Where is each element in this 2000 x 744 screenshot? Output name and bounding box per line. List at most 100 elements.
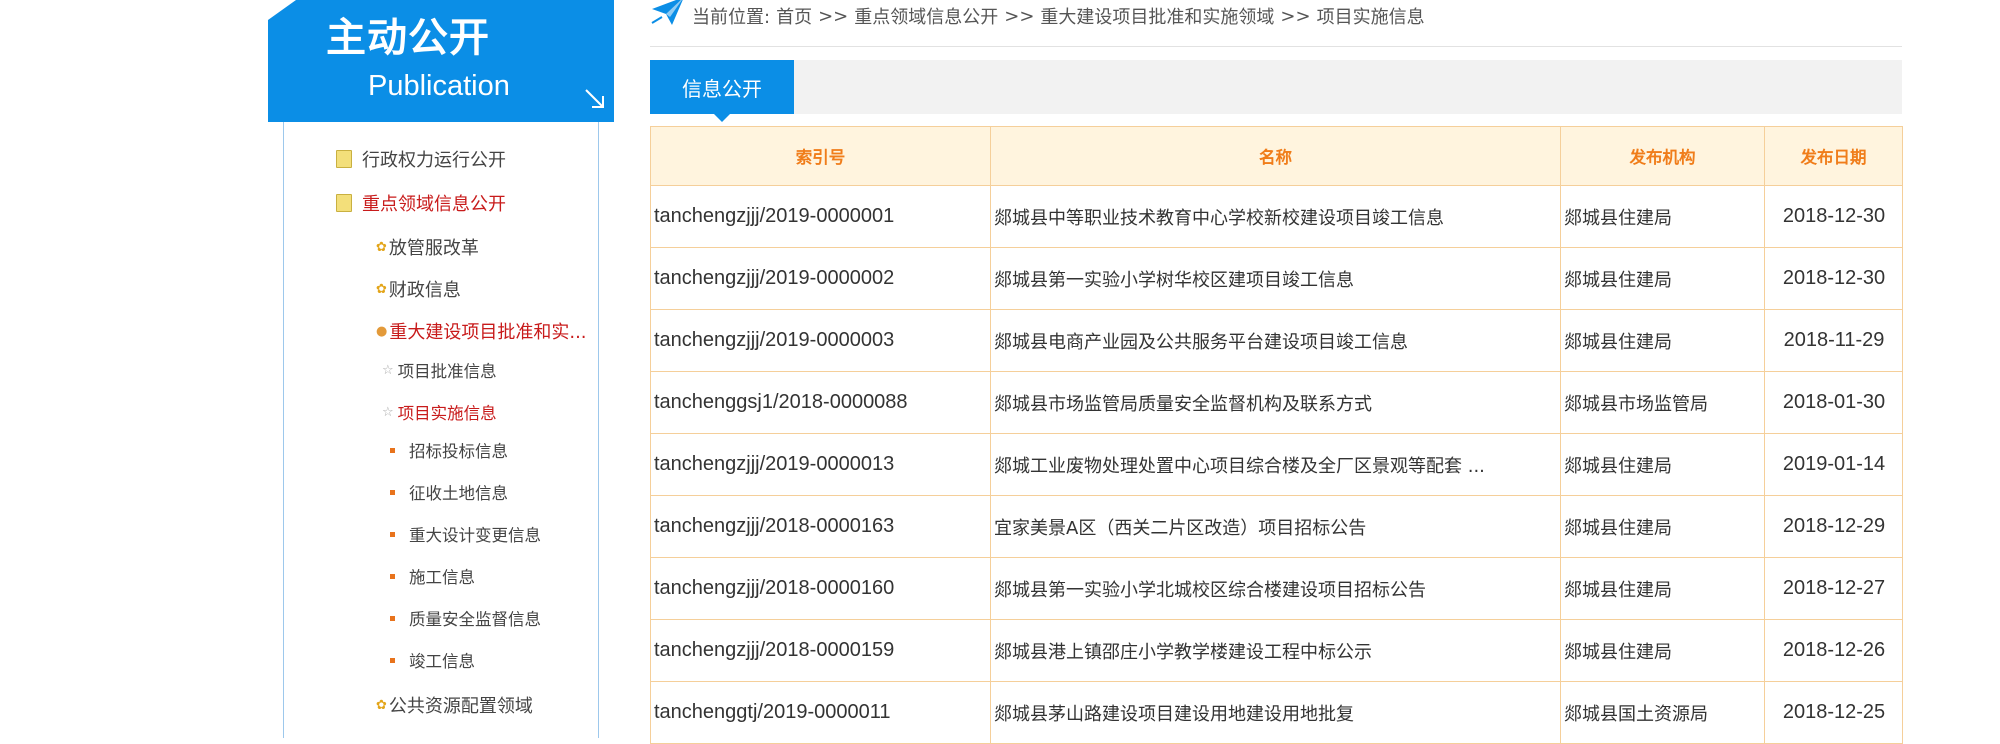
sidebar-item-construction[interactable]: 施工信息 [390,564,475,588]
table-row: tanchenggtj/2019-0000011 郯城县茅山路建设项目建设用地建设… [650,681,1903,744]
sidebar-item-project-implementation[interactable]: ☆ 项目实施信息 [382,400,497,424]
item-title-link[interactable]: 郯城县第一实验小学北城校区综合楼建设项目招标公告 [994,580,1426,601]
sidebar-item-label: 质量安全监督信息 [409,610,541,629]
item-title-link[interactable]: 郯城县茅山路建设项目建设用地建设用地批复 [994,704,1354,725]
sidebar-item-finance[interactable]: ✿ 财政信息 [376,276,461,302]
square-bullet-icon [390,657,395,663]
cell-publisher: 郯城县住建局 [1560,247,1765,310]
sidebar-item-bidding[interactable]: 招标投标信息 [390,438,508,462]
breadcrumb-link-home[interactable]: 首页 [776,3,812,29]
item-title-link[interactable]: 宜家美景A区（西关二片区改造）项目招标公告 [994,518,1366,539]
info-table: 索引号 名称 发布机构 发布日期 tanchengzjjj/2019-00000… [650,126,1903,744]
item-title-link[interactable]: 郯城工业废物处理处置中心项目综合楼及全厂区景观等配套 ... [994,456,1485,477]
breadcrumb-separator: >> [818,5,849,27]
sidebar-item-label: 公共资源配置领域 [388,696,533,717]
note-icon [336,194,352,212]
cell-publish-date: 2018-12-26 [1764,619,1903,682]
cell-index-number: tanchengzjjj/2018-0000163 [650,495,991,558]
cell-publisher: 郯城县住建局 [1560,309,1765,372]
item-title-link[interactable]: 郯城县电商产业园及公共服务平台建设项目竣工信息 [994,332,1408,353]
square-bullet-icon [390,615,395,621]
column-header-index: 索引号 [650,126,991,186]
sidebar-title: 主动公开 [326,15,490,61]
item-title-link[interactable]: 郯城县市场监管局质量安全监督机构及联系方式 [994,394,1372,415]
star-icon: ☆ [382,362,394,378]
sidebar-item-reform[interactable]: ✿ 放管服改革 [376,234,479,260]
sidebar-item-label: 项目实施信息 [397,404,497,423]
main-content: 当前位置: 首页 >> 重点领域信息公开 >> 重大建设项目批准和实施领域 >>… [650,0,1903,744]
cell-title: 郯城县第一实验小学北城校区综合楼建设项目招标公告 [990,557,1561,620]
cell-index-number: tanchengzjjj/2018-0000159 [650,619,991,682]
sidebar-item-quality-safety[interactable]: 质量安全监督信息 [390,606,541,630]
cell-publish-date: 2018-12-29 [1764,495,1903,558]
sidebar-item-completion[interactable]: 竣工信息 [390,648,475,672]
item-title-link[interactable]: 郯城县中等职业技术教育中心学校新校建设项目竣工信息 [994,208,1444,229]
table-row: tanchengzjjj/2019-0000003 郯城县电商产业园及公共服务平台… [650,309,1903,372]
breadcrumb: 当前位置: 首页 >> 重点领域信息公开 >> 重大建设项目批准和实施领域 >>… [650,0,1902,47]
sidebar-item-design-change[interactable]: 重大设计变更信息 [390,522,541,546]
square-bullet-icon [390,531,395,537]
sidebar-item-label: 招标投标信息 [409,442,508,461]
cell-index-number: tanchengzjjj/2019-0000013 [650,433,991,496]
sidebar-header: 主动公开 Publication [268,0,614,122]
cell-publisher: 郯城县住建局 [1560,185,1765,248]
cell-title: 郯城县电商产业园及公共服务平台建设项目竣工信息 [990,309,1561,372]
square-bullet-icon [390,489,395,495]
sidebar-item-label: 竣工信息 [409,652,475,671]
cell-index-number: tanchengzjjj/2019-0000002 [650,247,991,310]
table-row: tanchenggsj1/2018-0000088 郯城县市场监管局质量安全监督机… [650,371,1903,434]
breadcrumb-link-key-areas[interactable]: 重点领域信息公开 [854,3,998,29]
cell-index-number: tanchenggtj/2019-0000011 [650,681,991,744]
breadcrumb-prefix: 当前位置: [692,7,771,28]
breadcrumb-link-major-projects[interactable]: 重大建设项目批准和实施领域 [1040,3,1274,29]
cell-publisher: 郯城县住建局 [1560,495,1765,558]
cell-index-number: tanchengzjjj/2019-0000001 [650,185,991,248]
cell-publisher: 郯城县国土资源局 [1560,681,1765,744]
note-icon [336,150,352,168]
table-row: tanchengzjjj/2018-0000160 郯城县第一实验小学北城校区综合… [650,557,1903,620]
cell-title: 郯城县中等职业技术教育中心学校新校建设项目竣工信息 [990,185,1561,248]
cell-publisher: 郯城县住建局 [1560,557,1765,620]
cell-title: 郯城工业废物处理处置中心项目综合楼及全厂区景观等配套 ... [990,433,1561,496]
sidebar-item-admin-power[interactable]: 行政权力运行公开 [336,146,506,172]
sidebar-item-label: 重点领域信息公开 [362,194,506,215]
tab-caret [714,114,730,122]
paper-plane-icon [651,0,683,25]
circle-bullet-icon: ● [376,323,388,339]
tab-info-publication[interactable]: 信息公开 [650,60,794,114]
sidebar-item-label: 财政信息 [388,280,461,301]
cell-title: 宜家美景A区（西关二片区改造）项目招标公告 [990,495,1561,558]
flower-bullet-icon: ✿ [376,697,387,713]
table-header-row: 索引号 名称 发布机构 发布日期 [650,126,1903,186]
sidebar-item-project-approval[interactable]: ☆ 项目批准信息 [382,358,497,382]
star-icon: ☆ [382,404,394,420]
sidebar-nav: 行政权力运行公开 重点领域信息公开 ✿ 放管服改革 ✿ 财政信息 ● 重大建设项… [283,122,599,738]
tab-bar: 信息公开 [650,60,1902,122]
cell-publish-date: 2018-12-27 [1764,557,1903,620]
sidebar-item-land[interactable]: 征收土地信息 [390,480,508,504]
sidebar-item-label: 放管服改革 [388,238,479,259]
breadcrumb-link-current[interactable]: 项目实施信息 [1317,3,1425,29]
sidebar-item-label: 行政权力运行公开 [362,150,506,171]
cell-publish-date: 2018-11-29 [1764,309,1903,372]
cell-publish-date: 2018-01-30 [1764,371,1903,434]
cell-publisher: 郯城县市场监管局 [1560,371,1765,434]
sidebar-item-public-resources[interactable]: ✿ 公共资源配置领域 [376,692,533,718]
sidebar-item-label: 征收土地信息 [409,484,508,503]
table-row: tanchengzjjj/2019-0000013 郯城工业废物处理处置中心项目综… [650,433,1903,496]
column-header-date: 发布日期 [1764,126,1903,186]
breadcrumb-separator: >> [1004,5,1035,27]
cell-publisher: 郯城县住建局 [1560,433,1765,496]
column-header-org: 发布机构 [1560,126,1765,186]
sidebar-item-major-projects[interactable]: ● 重大建设项目批准和实... [376,318,587,344]
sidebar-item-label: 重大建设项目批准和实... [389,322,587,343]
flower-bullet-icon: ✿ [376,239,387,255]
cell-index-number: tanchengzjjj/2018-0000160 [650,557,991,620]
square-bullet-icon [390,447,395,453]
cell-publish-date: 2018-12-25 [1764,681,1903,744]
item-title-link[interactable]: 郯城县港上镇邵庄小学教学楼建设工程中标公示 [994,642,1372,663]
sidebar-item-key-areas[interactable]: 重点领域信息公开 [336,190,506,216]
column-header-name: 名称 [990,126,1561,186]
item-title-link[interactable]: 郯城县第一实验小学树华校区建项目竣工信息 [994,270,1354,291]
cell-index-number: tanchengzjjj/2019-0000003 [650,309,991,372]
